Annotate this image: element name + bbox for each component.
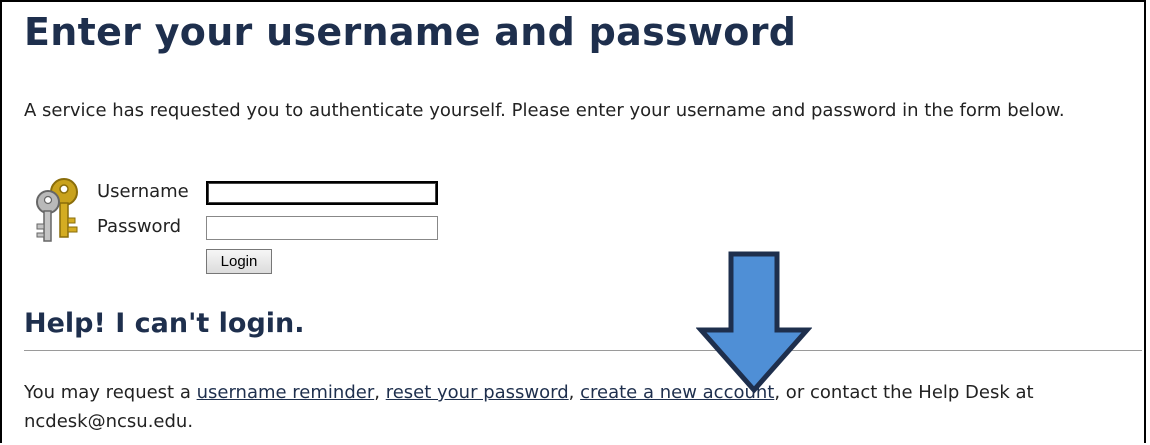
keys-icon: [36, 178, 78, 242]
username-reminder-link[interactable]: username reminder: [197, 382, 375, 403]
password-input[interactable]: [206, 216, 438, 240]
username-label: Username: [97, 181, 189, 202]
page-title: Enter your username and password: [24, 10, 797, 54]
help-divider: [24, 350, 1142, 351]
help-heading: Help! I can't login.: [24, 308, 305, 339]
help-separator: ,: [568, 382, 581, 403]
reset-password-link[interactable]: reset your password: [386, 382, 569, 403]
password-label: Password: [97, 216, 182, 237]
arrow-down-icon: [696, 251, 812, 394]
username-input[interactable]: [206, 181, 438, 205]
login-button[interactable]: Login: [206, 249, 272, 274]
help-text-before: You may request a: [24, 382, 197, 403]
help-separator: ,: [374, 382, 386, 403]
help-text: You may request a username reminder, res…: [24, 378, 1142, 436]
intro-text: A service has requested you to authentic…: [24, 100, 1065, 121]
